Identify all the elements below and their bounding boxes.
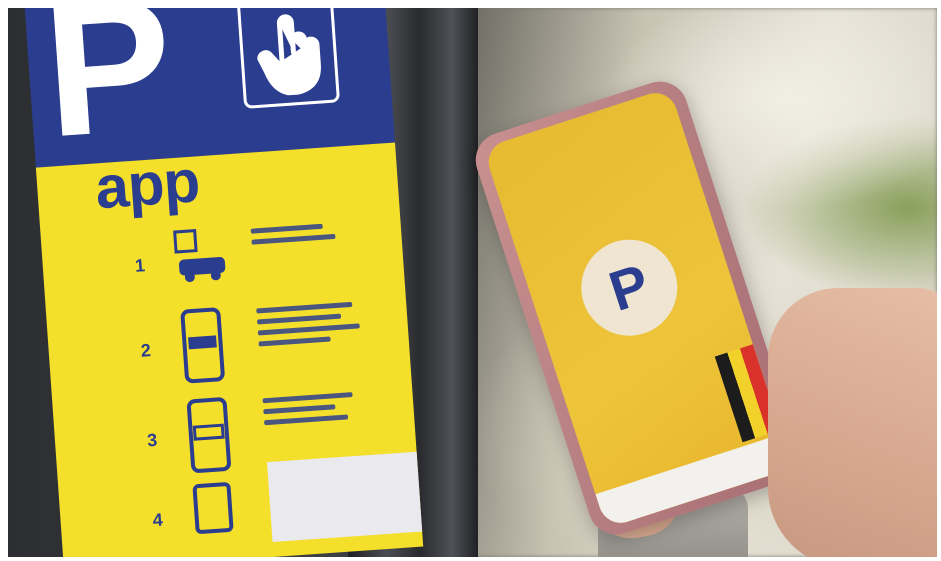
step-number: 2 [140,340,152,361]
phone-stop-icon [186,397,231,473]
photo-frame: P app 1 2 3 4 P [8,8,937,557]
sticker-bottom-label [266,451,423,542]
pointing-hand-icon [257,14,321,96]
step-number: 1 [134,255,146,276]
phone-start-icon [180,307,225,384]
parking-logo-letter: P [601,251,657,323]
step-number: 4 [152,509,164,531]
touch-hand-icon [236,8,341,109]
photo-scene: P app 1 2 3 4 P [0,0,941,561]
sticker-app-word: app [93,147,202,222]
parking-app-logo: P [568,227,690,349]
step-text-lines [262,384,384,431]
right-hand [768,288,937,557]
parking-app-sticker: P app 1 2 3 4 [24,8,424,557]
receipt-icon [192,482,234,534]
car-parking-icon [173,229,226,283]
sticker-parking-letter: P [37,8,180,178]
step-number: 3 [146,429,158,451]
step-text-lines [256,294,379,352]
